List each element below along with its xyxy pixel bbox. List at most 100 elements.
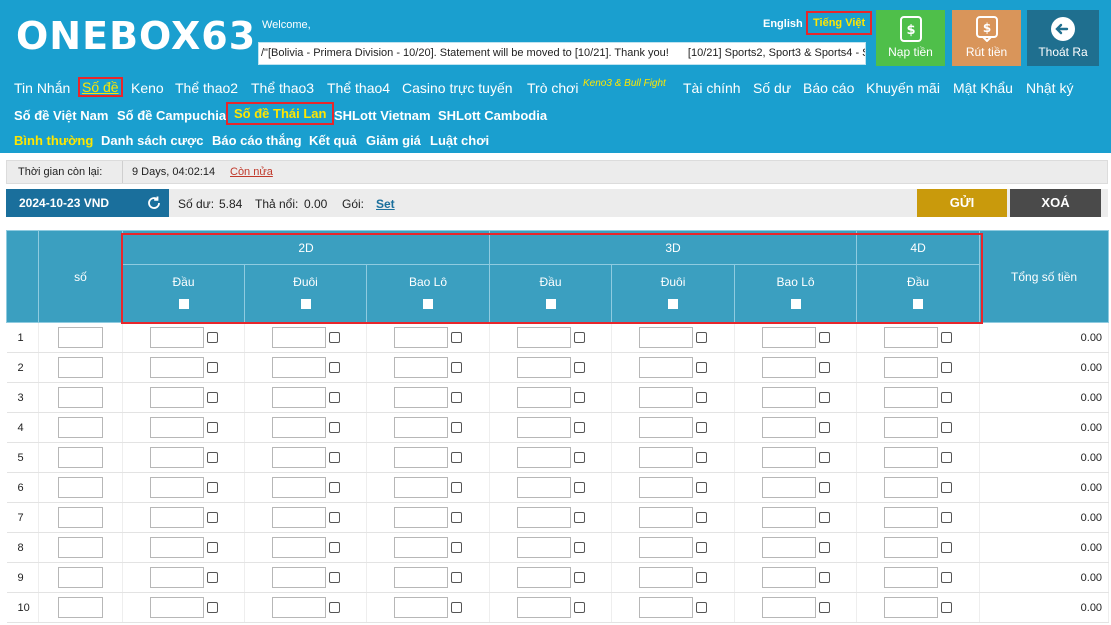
amount-checkbox[interactable] xyxy=(206,572,218,583)
nav-item-casino[interactable]: Casino trực tuyến xyxy=(402,80,513,96)
amount-checkbox[interactable] xyxy=(696,542,708,553)
amount-checkbox[interactable] xyxy=(941,452,953,463)
amount-input[interactable] xyxy=(639,507,694,528)
amount-checkbox[interactable] xyxy=(328,542,340,553)
amount-input[interactable] xyxy=(149,417,204,438)
amount-input[interactable] xyxy=(149,447,204,468)
tab-results[interactable]: Kết quả xyxy=(309,133,357,148)
amount-checkbox[interactable] xyxy=(818,392,830,403)
amount-checkbox[interactable] xyxy=(941,482,953,493)
amount-input[interactable] xyxy=(639,387,694,408)
amount-checkbox[interactable] xyxy=(328,512,340,523)
amount-checkbox[interactable] xyxy=(941,572,953,583)
amount-checkbox[interactable] xyxy=(328,482,340,493)
amount-checkbox[interactable] xyxy=(573,362,585,373)
number-input[interactable] xyxy=(58,567,103,588)
nav-item-reports[interactable]: Báo cáo xyxy=(803,80,854,96)
amount-checkbox[interactable] xyxy=(206,362,218,373)
amount-checkbox[interactable] xyxy=(573,512,585,523)
amount-checkbox[interactable] xyxy=(696,422,708,433)
amount-checkbox[interactable] xyxy=(451,392,463,403)
amount-input[interactable] xyxy=(394,597,449,618)
amount-input[interactable] xyxy=(271,357,326,378)
amount-checkbox[interactable] xyxy=(696,392,708,403)
nav-item-promotions[interactable]: Khuyến mãi xyxy=(866,80,940,96)
amount-checkbox[interactable] xyxy=(451,542,463,553)
amount-checkbox[interactable] xyxy=(696,332,708,343)
amount-input[interactable] xyxy=(884,507,939,528)
amount-input[interactable] xyxy=(516,537,571,558)
amount-input[interactable] xyxy=(884,417,939,438)
amount-checkbox[interactable] xyxy=(696,482,708,493)
amount-input[interactable] xyxy=(394,357,449,378)
amount-input[interactable] xyxy=(639,357,694,378)
amount-input[interactable] xyxy=(394,537,449,558)
amount-checkbox[interactable] xyxy=(206,332,218,343)
amount-input[interactable] xyxy=(639,567,694,588)
amount-input[interactable] xyxy=(639,537,694,558)
amount-input[interactable] xyxy=(149,357,204,378)
amount-input[interactable] xyxy=(884,387,939,408)
amount-checkbox[interactable] xyxy=(328,422,340,433)
withdraw-button[interactable]: $ Rút tiền xyxy=(952,10,1021,66)
logout-button[interactable]: Thoát Ra xyxy=(1027,10,1099,66)
amount-checkbox[interactable] xyxy=(941,392,953,403)
amount-input[interactable] xyxy=(761,387,816,408)
amount-checkbox[interactable] xyxy=(573,602,585,613)
amount-checkbox[interactable] xyxy=(941,362,953,373)
amount-checkbox[interactable] xyxy=(573,332,585,343)
amount-checkbox[interactable] xyxy=(941,332,953,343)
nav-item-messages[interactable]: Tin Nhắn xyxy=(14,80,70,96)
amount-input[interactable] xyxy=(149,597,204,618)
amount-input[interactable] xyxy=(884,477,939,498)
amount-input[interactable] xyxy=(516,507,571,528)
amount-input[interactable] xyxy=(516,447,571,468)
nav-item-password[interactable]: Mật Khẩu xyxy=(953,80,1013,96)
amount-input[interactable] xyxy=(884,357,939,378)
amount-checkbox[interactable] xyxy=(818,572,830,583)
amount-checkbox[interactable] xyxy=(818,602,830,613)
amount-input[interactable] xyxy=(884,597,939,618)
amount-input[interactable] xyxy=(271,507,326,528)
language-english[interactable]: English xyxy=(763,18,803,30)
amount-checkbox[interactable] xyxy=(451,482,463,493)
amount-input[interactable] xyxy=(271,597,326,618)
amount-input[interactable] xyxy=(639,327,694,348)
amount-input[interactable] xyxy=(516,567,571,588)
amount-checkbox[interactable] xyxy=(451,602,463,613)
number-input[interactable] xyxy=(58,387,103,408)
amount-checkbox[interactable] xyxy=(451,332,463,343)
date-selector[interactable]: 2024-10-23 VND xyxy=(6,189,169,217)
select-all-checkbox[interactable] xyxy=(668,299,679,309)
amount-input[interactable] xyxy=(761,357,816,378)
language-vietnamese[interactable]: Tiếng Việt xyxy=(806,11,873,35)
nav-item-balance[interactable]: Số dư xyxy=(753,80,791,96)
amount-checkbox[interactable] xyxy=(818,422,830,433)
subnav-item-vietnam[interactable]: Số đề Việt Nam xyxy=(14,108,108,123)
amount-input[interactable] xyxy=(516,417,571,438)
amount-input[interactable] xyxy=(884,567,939,588)
amount-checkbox[interactable] xyxy=(941,602,953,613)
number-input[interactable] xyxy=(58,417,103,438)
amount-input[interactable] xyxy=(516,357,571,378)
amount-input[interactable] xyxy=(516,597,571,618)
amount-checkbox[interactable] xyxy=(206,602,218,613)
amount-checkbox[interactable] xyxy=(696,602,708,613)
amount-input[interactable] xyxy=(149,567,204,588)
amount-input[interactable] xyxy=(884,447,939,468)
amount-input[interactable] xyxy=(516,327,571,348)
tab-discount[interactable]: Giảm giá xyxy=(366,133,421,148)
amount-input[interactable] xyxy=(271,327,326,348)
subnav-item-thailand[interactable]: Số đề Thái Lan xyxy=(226,102,335,125)
amount-checkbox[interactable] xyxy=(818,542,830,553)
number-input[interactable] xyxy=(58,597,103,618)
amount-input[interactable] xyxy=(761,477,816,498)
amount-checkbox[interactable] xyxy=(451,362,463,373)
send-button[interactable]: GỬI xyxy=(917,189,1007,217)
amount-input[interactable] xyxy=(271,567,326,588)
amount-input[interactable] xyxy=(639,447,694,468)
amount-input[interactable] xyxy=(516,387,571,408)
amount-input[interactable] xyxy=(639,417,694,438)
subnav-item-cambodia[interactable]: Số đề Campuchia xyxy=(117,108,226,123)
nav-item-log[interactable]: Nhật ký xyxy=(1026,80,1073,96)
